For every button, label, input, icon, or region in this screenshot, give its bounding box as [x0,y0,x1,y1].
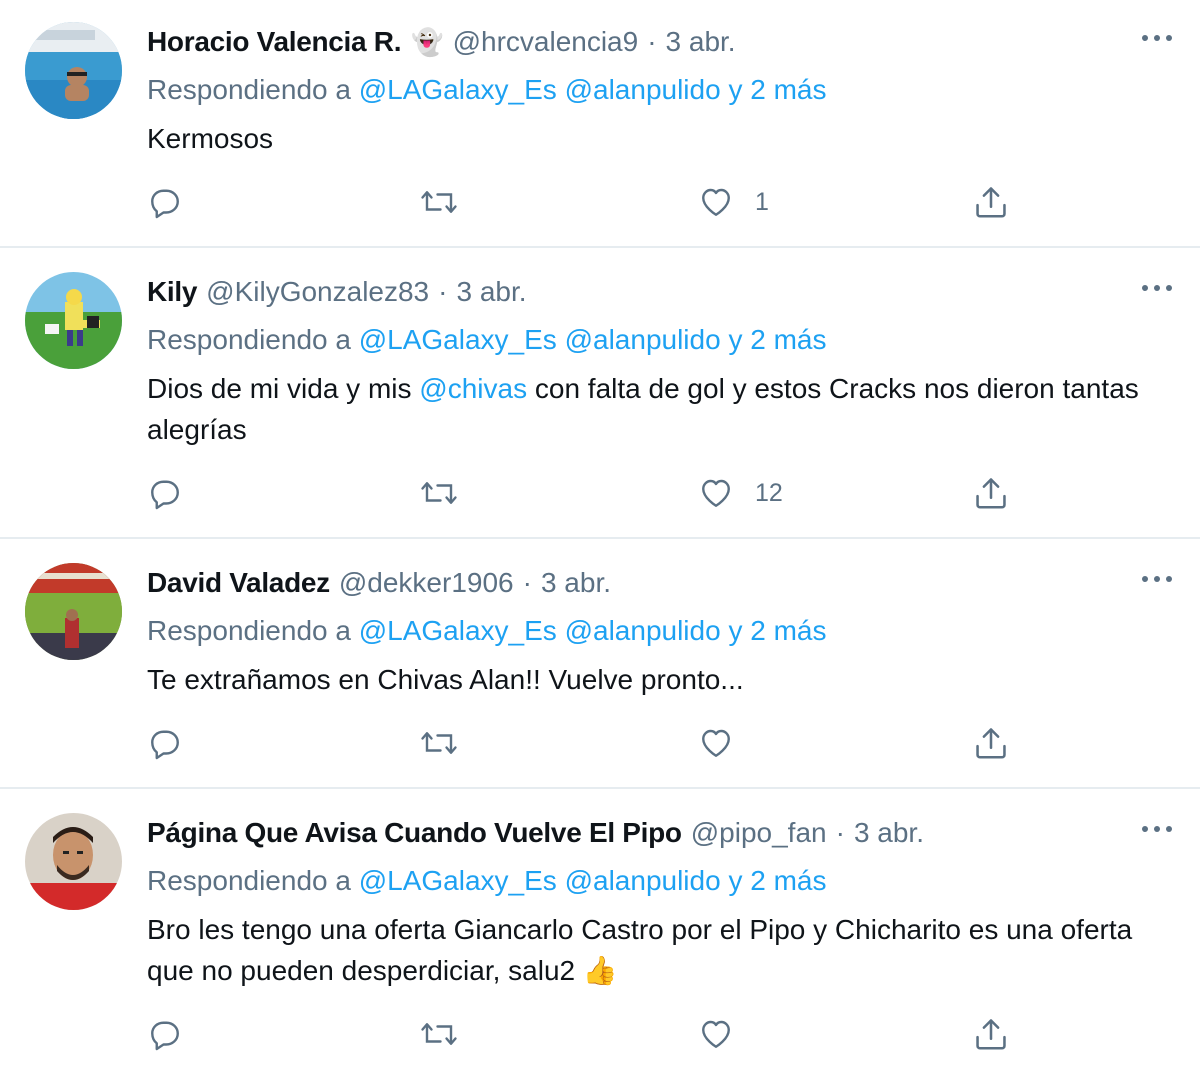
reply-icon [151,730,179,760]
replying-mentions[interactable]: @LAGalaxy_Es @alanpulido y 2 más [359,324,827,355]
share-button[interactable] [972,182,1010,222]
retweet-button[interactable] [419,182,459,222]
action-bar [147,1014,1027,1054]
display-name[interactable]: Página Que Avisa Cuando Vuelve El Pipo [147,817,682,849]
more-options-icon[interactable] [1137,278,1177,298]
more-options-icon[interactable] [1137,28,1177,48]
tweet-text: Kermosos [147,118,1172,159]
retweet-icon [421,732,457,754]
replying-mentions[interactable]: @LAGalaxy_Es @alanpulido y 2 más [359,615,827,646]
tweet[interactable]: Página Que Avisa Cuando Vuelve El Pipo @… [0,813,1200,1068]
timestamp[interactable]: 3 abr. [456,276,526,308]
timestamp[interactable]: 3 abr. [541,567,611,599]
share-button[interactable] [972,473,1010,513]
divider [0,246,1200,248]
reply-icon [151,189,179,219]
tweet-header: David Valadez @dekker1906 · 3 abr. [147,563,611,603]
ghost-emoji-icon: 👻 [411,26,444,57]
share-icon [976,478,1006,509]
divider [0,787,1200,789]
replying-prefix: Respondiendo a [147,615,351,646]
username[interactable]: @hrcvalencia9 [453,26,639,58]
display-name[interactable]: David Valadez [147,567,330,599]
share-icon [976,187,1006,218]
share-button[interactable] [972,723,1010,763]
more-options-icon[interactable] [1137,569,1177,589]
reply-button[interactable] [147,473,183,513]
action-bar [147,723,1027,763]
replying-mentions[interactable]: @LAGalaxy_Es @alanpulido y 2 más [359,865,827,896]
avatar[interactable] [25,813,122,910]
separator-dot: · [438,276,448,307]
like-count: 1 [755,187,769,216]
retweet-button[interactable] [419,1014,459,1054]
thumbs-up-emoji-icon: 👍 [582,955,618,986]
tweet-text: Bro les tengo una oferta Giancarlo Castr… [147,909,1172,991]
tweet-text: Te extrañamos en Chivas Alan!! Vuelve pr… [147,659,1172,700]
separator-dot: · [647,26,657,57]
tweet-header: Horacio Valencia R. 👻 @hrcvalencia9 · 3 … [147,22,736,62]
reply-button[interactable] [147,182,183,222]
like-button[interactable]: 12 [697,473,783,513]
tweet[interactable]: Kily @KilyGonzalez83 · 3 abr. Respondien… [0,272,1200,536]
like-count: 12 [755,478,783,507]
display-name[interactable]: Kily [147,276,197,308]
divider [0,537,1200,539]
avatar[interactable] [25,22,122,119]
username[interactable]: @pipo_fan [691,817,827,849]
like-button[interactable] [697,723,755,763]
tweet-header: Kily @KilyGonzalez83 · 3 abr. [147,272,527,312]
tweet-text-start: Dios de mi vida y mis [147,373,420,404]
replying-prefix: Respondiendo a [147,324,351,355]
separator-dot: · [522,567,532,598]
reply-icon [151,480,179,510]
reply-button[interactable] [147,723,183,763]
retweet-button[interactable] [419,473,459,513]
username[interactable]: @dekker1906 [339,567,514,599]
reply-button[interactable] [147,1014,183,1054]
timestamp[interactable]: 3 abr. [854,817,924,849]
replying-to: Respondiendo a @LAGalaxy_Es @alanpulido … [147,615,826,647]
retweet-icon [421,482,457,504]
replying-to: Respondiendo a @LAGalaxy_Es @alanpulido … [147,865,826,897]
replying-to: Respondiendo a @LAGalaxy_Es @alanpulido … [147,324,826,356]
tweet-text: Dios de mi vida y mis @chivas con falta … [147,368,1172,450]
tweet-text-content: Kermosos [147,123,274,154]
avatar[interactable] [25,272,122,369]
action-bar: 12 [147,473,1027,513]
replying-mentions[interactable]: @LAGalaxy_Es @alanpulido y 2 más [359,74,827,105]
mention-link[interactable]: @chivas [419,373,527,404]
reply-icon [151,1021,179,1051]
avatar[interactable] [25,563,122,660]
more-options-icon[interactable] [1137,819,1177,839]
heart-icon [702,188,730,216]
action-bar: 1 [147,182,1027,222]
username[interactable]: @KilyGonzalez83 [206,276,429,308]
retweet-button[interactable] [419,723,459,763]
share-button[interactable] [972,1014,1010,1054]
tweet[interactable]: Horacio Valencia R. 👻 @hrcvalencia9 · 3 … [0,22,1200,246]
retweet-icon [421,191,457,213]
replying-prefix: Respondiendo a [147,865,351,896]
tweet-text-content: Bro les tengo una oferta Giancarlo Castr… [147,914,1133,986]
share-icon [976,1019,1006,1050]
heart-icon [702,1020,730,1048]
timestamp[interactable]: 3 abr. [666,26,736,58]
like-button[interactable] [697,1014,755,1054]
display-name[interactable]: Horacio Valencia R. [147,26,402,58]
tweet-header: Página Que Avisa Cuando Vuelve El Pipo @… [147,813,924,853]
tweet-text-content: Te extrañamos en Chivas Alan!! Vuelve pr… [147,664,744,695]
replying-prefix: Respondiendo a [147,74,351,105]
heart-icon [702,729,730,757]
retweet-icon [421,1023,457,1045]
like-button[interactable]: 1 [697,182,769,222]
replying-to: Respondiendo a @LAGalaxy_Es @alanpulido … [147,74,826,106]
separator-dot: · [835,817,845,848]
heart-icon [702,479,730,507]
share-icon [976,728,1006,759]
tweet[interactable]: David Valadez @dekker1906 · 3 abr. Respo… [0,563,1200,787]
